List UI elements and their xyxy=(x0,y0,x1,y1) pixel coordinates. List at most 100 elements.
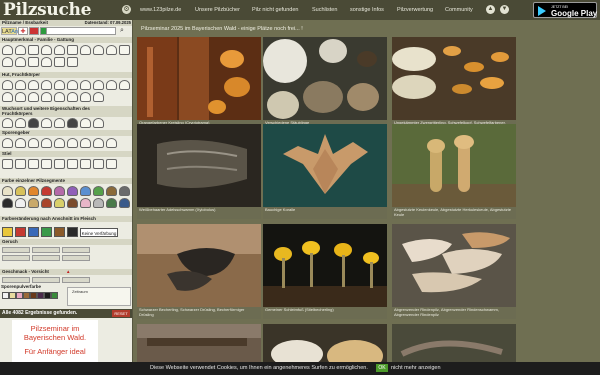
color-swatch[interactable] xyxy=(15,186,26,196)
gills-free-icon[interactable] xyxy=(2,138,13,148)
tube-icon[interactable] xyxy=(28,45,39,55)
mushroom-card[interactable]: Gemeiner Schleimfuß (Stielbecherling) xyxy=(263,224,387,319)
pores-icon[interactable] xyxy=(41,138,52,148)
mushroom-card[interactable]: Abgrenzender Rindenpilz, Abgrenzender Ri… xyxy=(392,224,516,319)
spore-swatch[interactable] xyxy=(30,292,37,299)
mushroom-card[interactable]: Bauchige Koralle xyxy=(263,124,387,219)
shell-icon[interactable] xyxy=(2,45,13,55)
stem-ring-icon[interactable] xyxy=(28,159,39,169)
grass-icon[interactable] xyxy=(15,118,26,128)
cap-slimy-icon[interactable] xyxy=(93,92,104,102)
cap-depressed-icon[interactable] xyxy=(80,80,91,90)
tree-icon[interactable] xyxy=(2,118,13,128)
spore-swatch[interactable] xyxy=(51,292,58,299)
stem-club-icon[interactable] xyxy=(15,159,26,169)
tubes-icon[interactable] xyxy=(93,138,104,148)
color-swatch[interactable] xyxy=(80,186,91,196)
color-swatch[interactable] xyxy=(41,198,52,208)
family-f-icon[interactable] xyxy=(54,57,65,67)
mushroom-card[interactable]: Abgestutzte Keulenkeule, Abgestutzte Her… xyxy=(392,124,516,219)
gills-decurrent-icon[interactable] xyxy=(28,138,39,148)
stem-straight-icon[interactable] xyxy=(2,159,13,169)
cap-bell-icon[interactable] xyxy=(28,80,39,90)
nav-sonstige-infos[interactable]: sonstige Infos xyxy=(350,7,397,13)
cap-fibrous-icon[interactable] xyxy=(41,92,52,102)
taste-chip[interactable] xyxy=(62,277,90,283)
zeitraum-panel[interactable]: Zeitraum xyxy=(67,287,131,306)
club-icon[interactable] xyxy=(28,57,39,67)
stink-icon[interactable] xyxy=(41,57,52,67)
color-swatch[interactable] xyxy=(119,186,130,196)
stain-swatch[interactable] xyxy=(2,227,13,237)
bracket-icon[interactable] xyxy=(80,45,91,55)
crust-icon[interactable] xyxy=(67,45,78,55)
morel-icon[interactable] xyxy=(2,57,13,67)
nav-community[interactable]: Community xyxy=(445,7,482,13)
page-title[interactable]: Pilzseminar 2025 im Bayerischen Wald - e… xyxy=(141,26,303,32)
cap-hemisphere-icon[interactable] xyxy=(2,92,13,102)
smell-chip[interactable] xyxy=(32,255,60,261)
color-swatch[interactable] xyxy=(119,198,130,208)
taste-chip[interactable] xyxy=(32,277,60,283)
jelly-icon[interactable] xyxy=(119,45,130,55)
smell-chip[interactable] xyxy=(62,255,90,261)
nav-123pilze[interactable]: www.123pilze.de xyxy=(140,7,195,13)
nav-pilzbuecher[interactable]: Unsere Pilzbücher xyxy=(195,7,252,13)
gills-attached-icon[interactable] xyxy=(15,138,26,148)
color-swatch[interactable] xyxy=(54,198,65,208)
stem-hollow-icon[interactable] xyxy=(67,159,78,169)
cone-icon[interactable] xyxy=(67,118,78,128)
stain-swatch[interactable] xyxy=(15,227,26,237)
stem-netted-icon[interactable] xyxy=(93,159,104,169)
coral-icon[interactable] xyxy=(54,45,65,55)
mushroom-card[interactable]: Ungekämmter Zwergritterling, Schwefelkop… xyxy=(392,37,516,132)
cookie-dismiss-link[interactable]: nicht mehr anzeigen xyxy=(391,365,441,371)
stain-swatch[interactable] xyxy=(28,227,39,237)
cap-cone-icon[interactable] xyxy=(67,80,78,90)
smell-chip[interactable] xyxy=(2,255,30,261)
color-swatch[interactable] xyxy=(28,198,39,208)
cookie-ok-button[interactable]: OK xyxy=(376,364,388,372)
leaf-icon[interactable] xyxy=(54,118,65,128)
spore-swatch[interactable] xyxy=(23,292,30,299)
color-swatch[interactable] xyxy=(93,186,104,196)
stem-bulb-icon[interactable] xyxy=(54,159,65,169)
mushroom-card[interactable] xyxy=(392,324,516,364)
flag-icon[interactable]: ✚ xyxy=(18,27,28,35)
cap-wavy-icon[interactable] xyxy=(106,80,117,90)
stem-volva-icon[interactable] xyxy=(41,159,52,169)
cup-icon[interactable] xyxy=(106,45,117,55)
mushroom-card[interactable] xyxy=(263,324,387,364)
spine-icon[interactable] xyxy=(41,45,52,55)
dung-icon[interactable] xyxy=(80,118,91,128)
genus-g-icon[interactable] xyxy=(67,57,78,67)
cap-flat-icon[interactable] xyxy=(2,80,13,90)
color-swatch[interactable] xyxy=(93,198,104,208)
mushroom-card[interactable]: Verschiedene Stäublinge xyxy=(263,37,387,132)
color-swatch[interactable] xyxy=(41,186,52,196)
color-swatch[interactable] xyxy=(106,186,117,196)
color-swatch[interactable] xyxy=(80,198,91,208)
ball-icon[interactable] xyxy=(93,45,104,55)
smell-chip[interactable] xyxy=(32,247,60,253)
lamellae-icon[interactable] xyxy=(106,138,117,148)
smell-chip[interactable] xyxy=(62,247,90,253)
color-swatch[interactable] xyxy=(2,186,13,196)
color-swatch[interactable] xyxy=(54,186,65,196)
cap-round-icon[interactable] xyxy=(15,92,26,102)
arrow-down-icon[interactable]: ▼ xyxy=(500,5,509,14)
site-logo[interactable]: Pilzsuche xyxy=(3,0,91,20)
color-swatch[interactable] xyxy=(67,198,78,208)
mushroom-card[interactable] xyxy=(137,324,261,364)
cap-umbo-icon[interactable] xyxy=(41,80,52,90)
mushroom-card[interactable]: Orangefarbener Kreisling (Cryptotrama) xyxy=(137,37,261,132)
gill-icon[interactable] xyxy=(15,45,26,55)
stem-rooted-icon[interactable] xyxy=(80,159,91,169)
stain-swatch[interactable] xyxy=(54,227,65,237)
smooth-icon[interactable] xyxy=(80,138,91,148)
spore-swatch[interactable] xyxy=(2,292,9,299)
meadow-icon[interactable] xyxy=(93,118,104,128)
stain-swatch[interactable] xyxy=(41,227,52,237)
keine-verfaerbung-button[interactable]: Keine Verfärbung xyxy=(80,228,118,237)
color-swatch[interactable] xyxy=(2,198,13,208)
